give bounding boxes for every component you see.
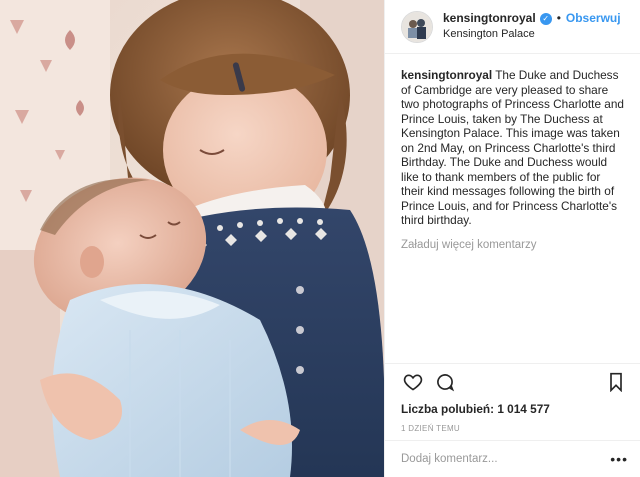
heart-icon[interactable] (401, 370, 425, 394)
caption-text: The Duke and Duchess of Cambridge are ve… (401, 68, 624, 227)
comments-section: kensingtonroyal The Duke and Duchess of … (385, 54, 640, 324)
location-link[interactable]: Kensington Palace (443, 28, 621, 42)
action-icons (401, 368, 628, 396)
likes-count[interactable]: Liczba polubień: 1 014 577 (401, 402, 628, 416)
separator: • (556, 11, 561, 26)
add-comment-bar: ••• (385, 440, 640, 477)
timestamp[interactable]: 1 DZIEŃ TEMU (401, 424, 628, 433)
post-photo[interactable] (0, 0, 384, 477)
post-actions: Liczba polubień: 1 014 577 1 DZIEŃ TEMU (385, 363, 640, 433)
verified-badge-icon: ✓ (539, 12, 552, 25)
comment-input[interactable] (401, 453, 611, 465)
post-header: kensingtonroyal ✓ • Obserwuj Kensington … (385, 0, 640, 54)
avatar-image (402, 11, 432, 42)
follow-button[interactable]: Obserwuj (566, 11, 621, 26)
username[interactable]: kensingtonroyal (443, 11, 536, 26)
caption: kensingtonroyal The Duke and Duchess of … (401, 68, 626, 228)
post-sidebar: kensingtonroyal ✓ • Obserwuj Kensington … (384, 0, 640, 477)
instagram-post: kensingtonroyal ✓ • Obserwuj Kensington … (0, 0, 640, 477)
caption-username[interactable]: kensingtonroyal (401, 68, 492, 82)
load-more-comments-button[interactable]: Załaduj więcej komentarzy (401, 238, 626, 253)
more-options-icon[interactable]: ••• (610, 451, 628, 467)
comment-icon[interactable] (433, 370, 457, 394)
photo-image (0, 0, 384, 477)
avatar[interactable] (401, 10, 433, 43)
bookmark-icon[interactable] (604, 370, 628, 394)
username-row: kensingtonroyal ✓ • Obserwuj (443, 11, 621, 26)
header-info: kensingtonroyal ✓ • Obserwuj Kensington … (443, 11, 621, 42)
